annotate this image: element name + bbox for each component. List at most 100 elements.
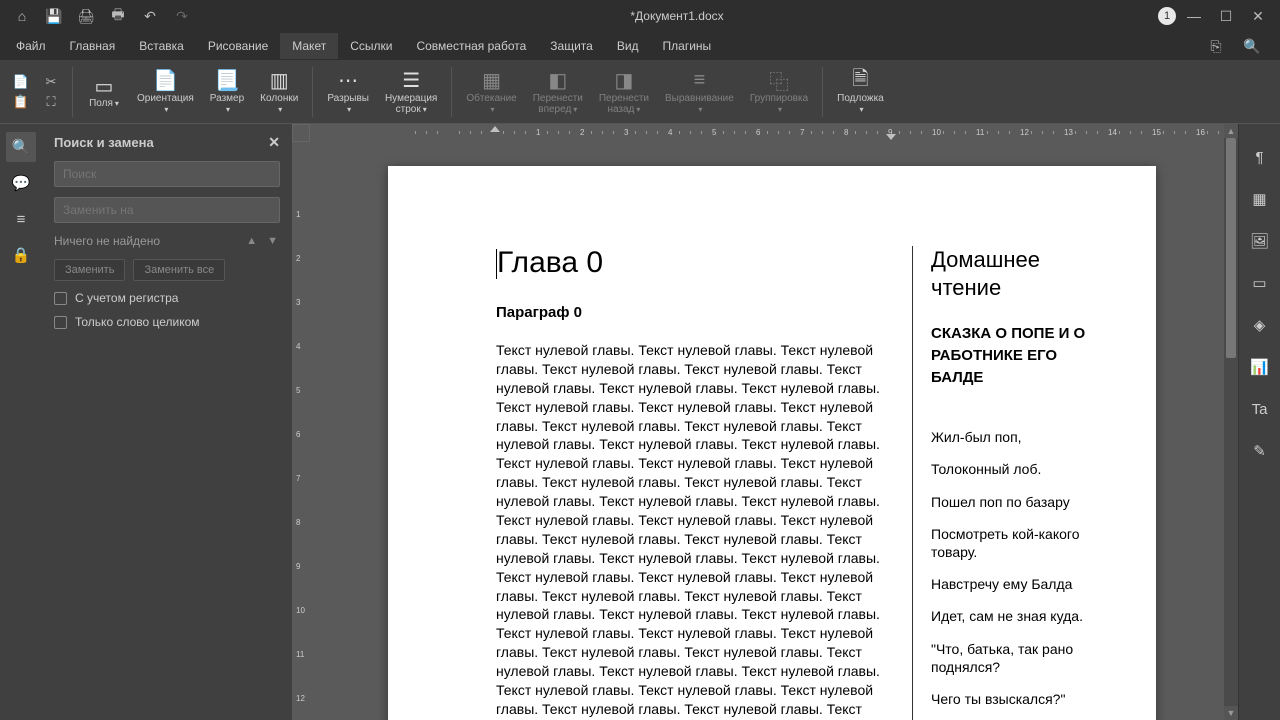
document-title: *Документ1.docx bbox=[204, 9, 1150, 23]
menu-макет[interactable]: Макет bbox=[280, 33, 338, 59]
menu-вид[interactable]: Вид bbox=[605, 33, 651, 59]
save-icon[interactable]: 💾 bbox=[40, 2, 68, 30]
orientation-icon: 📄 bbox=[153, 69, 178, 93]
select-all-icon[interactable]: ⛶ bbox=[40, 94, 62, 110]
menu-плагины[interactable]: Плагины bbox=[651, 33, 724, 59]
menu-файл[interactable]: Файл bbox=[4, 33, 58, 59]
wrap-icon: ▦ bbox=[482, 69, 501, 93]
poem-line[interactable]: Чего ты взыскался?" bbox=[931, 690, 1109, 708]
columns-button[interactable]: ▥Колонки▾ bbox=[252, 64, 306, 120]
match-case-row[interactable]: С учетом регистра bbox=[54, 291, 280, 305]
maximize-icon[interactable]: ☐ bbox=[1212, 2, 1240, 30]
left-rail: 🔍 💬 ≡ 🔒 bbox=[0, 124, 42, 720]
open-location-icon[interactable]: ⎘ bbox=[1202, 32, 1230, 60]
paragraph-rail-icon[interactable]: ¶ bbox=[1245, 142, 1275, 172]
poem-line[interactable]: Идет, сам не зная куда. bbox=[931, 607, 1109, 625]
close-icon[interactable]: ✕ bbox=[1244, 2, 1272, 30]
scroll-thumb[interactable] bbox=[1226, 138, 1236, 358]
search-panel: Поиск и замена ✕ Ничего не найдено ▲ ▼ З… bbox=[42, 124, 292, 720]
match-case-checkbox[interactable] bbox=[54, 292, 67, 305]
align-icon: ≡ bbox=[694, 69, 706, 93]
columns-icon: ▥ bbox=[270, 69, 289, 93]
signature-rail-icon[interactable]: ✎ bbox=[1245, 436, 1275, 466]
scroll-up-icon[interactable]: ▲ bbox=[1224, 124, 1238, 138]
titlebar: ⌂ 💾 🖨 🖶 ↶ ↷ *Документ1.docx 1 — ☐ ✕ bbox=[0, 0, 1280, 32]
prev-result-icon[interactable]: ▲ bbox=[244, 233, 259, 249]
backward-button: ◨Перенести назад▾ bbox=[591, 64, 657, 120]
margins-button[interactable]: ▭Поля▾ bbox=[79, 64, 129, 120]
whole-word-checkbox[interactable] bbox=[54, 316, 67, 329]
whole-word-row[interactable]: Только слово целиком bbox=[54, 315, 280, 329]
find-rail-icon[interactable]: 🔍 bbox=[6, 132, 36, 162]
shape-rail-icon[interactable]: ◈ bbox=[1245, 310, 1275, 340]
chart-rail-icon[interactable]: 📊 bbox=[1245, 352, 1275, 382]
lock-rail-icon[interactable]: 🔒 bbox=[6, 240, 36, 270]
size-button[interactable]: 📃Размер▾ bbox=[202, 64, 252, 120]
margins-icon: ▭ bbox=[95, 74, 114, 98]
scroll-down-icon[interactable]: ▼ bbox=[1224, 706, 1238, 720]
menu-рисование[interactable]: Рисование bbox=[196, 33, 280, 59]
menu-ссылки[interactable]: Ссылки bbox=[338, 33, 404, 59]
align-button: ≡Выравнивание▾ bbox=[657, 64, 742, 120]
textart-rail-icon[interactable]: Ta bbox=[1245, 394, 1275, 424]
breaks-button[interactable]: ⋯Разрывы▾ bbox=[319, 64, 377, 120]
poem-line[interactable]: Навстречу ему Балда bbox=[931, 575, 1109, 593]
paste-icon[interactable]: 📋 bbox=[10, 94, 32, 110]
header-rail-icon[interactable]: ▭ bbox=[1245, 268, 1275, 298]
search-icon[interactable]: 🔍 bbox=[1238, 32, 1266, 60]
group-icon: ⿻ bbox=[769, 69, 789, 93]
breaks-icon: ⋯ bbox=[338, 69, 358, 93]
poem-line[interactable]: Пошел поп по базару bbox=[931, 493, 1109, 511]
menu-главная[interactable]: Главная bbox=[58, 33, 128, 59]
doc-heading-1[interactable]: Глава 0 bbox=[496, 246, 894, 280]
print-icon[interactable]: 🖨 bbox=[72, 2, 100, 30]
linenum-icon: ☰ bbox=[402, 69, 420, 93]
replace-input[interactable] bbox=[54, 197, 280, 223]
replace-all-button[interactable]: Заменить все bbox=[133, 259, 225, 281]
forward-button: ◧Перенести вперед▾ bbox=[525, 64, 591, 120]
ruler-corner[interactable] bbox=[292, 124, 310, 142]
horizontal-ruler[interactable]: 123456789101112131415161718 bbox=[310, 124, 1238, 142]
vertical-ruler[interactable]: 12345678910111213141516 bbox=[292, 142, 310, 720]
wrap-button: ▦Обтекание▾ bbox=[458, 64, 524, 120]
menu-вставка[interactable]: Вставка bbox=[127, 33, 196, 59]
document-area[interactable]: Глава 0 Параграф 0 Текст нулевой главы. … bbox=[310, 142, 1238, 720]
menu-совместная работа[interactable]: Совместная работа bbox=[404, 33, 538, 59]
user-badge[interactable]: 1 bbox=[1158, 7, 1176, 25]
quickprint-icon[interactable]: 🖶 bbox=[104, 2, 132, 30]
linenum-button[interactable]: ☰Нумерация строк▾ bbox=[377, 64, 445, 120]
whole-word-label: Только слово целиком bbox=[75, 315, 200, 329]
match-case-label: С учетом регистра bbox=[75, 291, 178, 305]
table-rail-icon[interactable]: ▦ bbox=[1245, 184, 1275, 214]
headings-rail-icon[interactable]: ≡ bbox=[6, 204, 36, 234]
copy-icon[interactable]: 📄 bbox=[10, 74, 32, 90]
cut-icon[interactable]: ✂ bbox=[40, 74, 62, 90]
redo-icon[interactable]: ↷ bbox=[168, 2, 196, 30]
minimize-icon[interactable]: — bbox=[1180, 2, 1208, 30]
right-rail: ¶ ▦ 🖼 ▭ ◈ 📊 Ta ✎ bbox=[1238, 124, 1280, 720]
group-button: ⿻Группировка▾ bbox=[742, 64, 816, 120]
orientation-button[interactable]: 📄Ориентация▾ bbox=[129, 64, 202, 120]
home-icon[interactable]: ⌂ bbox=[8, 2, 36, 30]
watermark-icon: 🗎 bbox=[852, 69, 868, 93]
doc-body-text[interactable]: Текст нулевой главы. Текст нулевой главы… bbox=[496, 341, 894, 720]
panel-close-icon[interactable]: ✕ bbox=[268, 134, 280, 151]
menubar: ФайлГлавнаяВставкаРисованиеМакетСсылкиСо… bbox=[0, 32, 1280, 60]
search-input[interactable] bbox=[54, 161, 280, 187]
comments-rail-icon[interactable]: 💬 bbox=[6, 168, 36, 198]
replace-button[interactable]: Заменить bbox=[54, 259, 125, 281]
poem-line[interactable]: Жил-был поп, bbox=[931, 428, 1109, 446]
image-rail-icon[interactable]: 🖼 bbox=[1245, 226, 1275, 256]
poem-line[interactable]: Посмотреть кой-какого товару. bbox=[931, 525, 1109, 561]
side-heading-2[interactable]: СКАЗКА О ПОПЕ И О РАБОТНИКЕ ЕГО БАЛДЕ bbox=[931, 323, 1109, 388]
watermark-button[interactable]: 🗎Подложка▾ bbox=[829, 64, 892, 120]
doc-heading-2[interactable]: Параграф 0 bbox=[496, 304, 894, 321]
page[interactable]: Глава 0 Параграф 0 Текст нулевой главы. … bbox=[388, 166, 1156, 720]
side-heading-1[interactable]: Домашнее чтение bbox=[931, 246, 1109, 301]
vertical-scrollbar[interactable]: ▲ ▼ bbox=[1224, 124, 1238, 720]
poem-line[interactable]: "Что, батька, так рано поднялся? bbox=[931, 640, 1109, 676]
undo-icon[interactable]: ↶ bbox=[136, 2, 164, 30]
next-result-icon[interactable]: ▼ bbox=[265, 233, 280, 249]
menu-защита[interactable]: Защита bbox=[538, 33, 605, 59]
poem-line[interactable]: Толоконный лоб. bbox=[931, 460, 1109, 478]
